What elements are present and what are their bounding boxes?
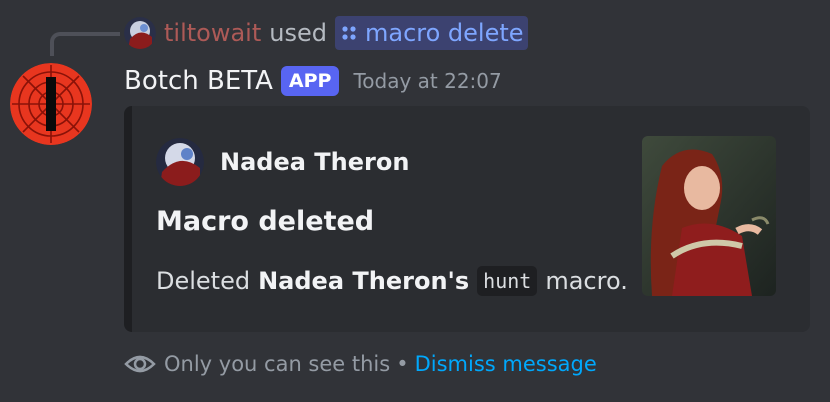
- invoker-username[interactable]: tiltowait: [164, 19, 261, 47]
- message-header: Botch BETA APP Today at 22:07: [124, 62, 502, 100]
- embed-thumbnail[interactable]: [642, 136, 776, 296]
- embed-card: Nadea Theron Macro deleted Deleted Nadea…: [124, 106, 810, 332]
- ephemeral-text: Only you can see this: [164, 352, 391, 376]
- embed-author: Nadea Theron: [156, 138, 409, 186]
- message-root: tiltowait used macro delete Botch BETA A…: [0, 0, 830, 402]
- ephemeral-notice: Only you can see this • Dismiss message: [124, 348, 597, 380]
- slash-command-icon: [342, 26, 356, 40]
- used-label: used: [269, 19, 327, 47]
- bot-name[interactable]: Botch BETA: [124, 66, 273, 96]
- description-code: hunt: [477, 266, 538, 296]
- reply-spine: [50, 32, 120, 56]
- eye-icon: [124, 355, 156, 373]
- description-prefix: Deleted: [156, 267, 251, 295]
- command-name: macro delete: [364, 19, 524, 47]
- message-timestamp[interactable]: Today at 22:07: [353, 69, 501, 93]
- bot-avatar[interactable]: [10, 63, 92, 145]
- interaction-reference[interactable]: tiltowait used macro delete: [124, 16, 528, 50]
- command-mention[interactable]: macro delete: [334, 16, 528, 50]
- invoker-avatar[interactable]: [124, 17, 156, 49]
- embed-author-avatar: [156, 138, 204, 186]
- separator-dot: •: [396, 352, 409, 376]
- embed-author-name: Nadea Theron: [220, 148, 410, 176]
- description-character: Nadea Theron's: [258, 267, 470, 295]
- dismiss-message-link[interactable]: Dismiss message: [415, 352, 597, 376]
- embed-description: Deleted Nadea Theron's hunt macro.: [156, 266, 628, 296]
- app-badge: APP: [280, 66, 340, 96]
- description-suffix: macro.: [545, 267, 628, 295]
- embed-title: Macro deleted: [156, 206, 375, 237]
